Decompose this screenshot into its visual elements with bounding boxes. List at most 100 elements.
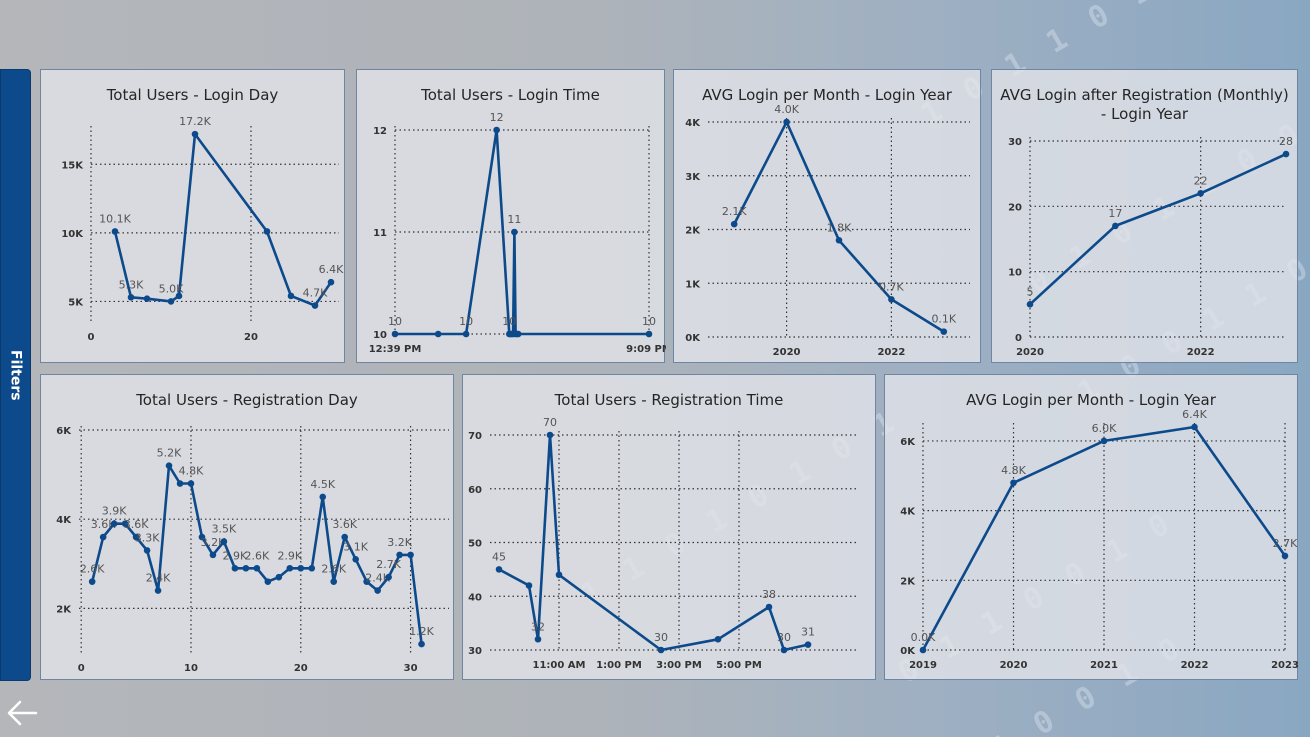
data-point[interactable]: [88, 578, 96, 585]
series-line: [113, 132, 333, 307]
data-point[interactable]: [253, 564, 261, 572]
data-point[interactable]: [940, 328, 948, 335]
data-point[interactable]: [175, 292, 183, 300]
filters-pane-toggle[interactable]: Filters: [0, 69, 31, 681]
chart-card-login-day[interactable]: Total Users - Login Day 5K 10K 15K 0 20 10.1K…: [40, 69, 345, 363]
data-point[interactable]: [264, 578, 272, 585]
data-point[interactable]: [730, 220, 738, 228]
data-point[interactable]: [187, 480, 195, 487]
data-point[interactable]: [804, 641, 812, 648]
arrow-left-icon[interactable]: [4, 695, 40, 731]
data-point[interactable]: [263, 228, 271, 235]
data-point[interactable]: [919, 646, 927, 654]
data-point[interactable]: [1112, 222, 1119, 230]
line-chart-login-day: 5K10K15K0 2010.1K5.3K 5.0K17.2K4.7K6.4K: [61, 115, 344, 343]
data-point[interactable]: [308, 564, 316, 572]
data-point[interactable]: [110, 520, 118, 527]
x-tick-label: 5:00 PM: [716, 660, 762, 671]
data-point[interactable]: [1197, 189, 1204, 197]
data-point[interactable]: [231, 564, 239, 572]
data-point[interactable]: [330, 578, 338, 585]
chart-card-registration-time[interactable]: Total Users - Registration Time 30 40 50 60…: [462, 374, 876, 680]
data-point[interactable]: [374, 587, 381, 594]
data-point[interactable]: [495, 566, 503, 573]
data-point[interactable]: [462, 330, 470, 338]
x-tick-label: 2020: [1016, 347, 1044, 358]
y-tick-label: 4K: [900, 507, 916, 518]
data-label: 3.6K: [332, 518, 357, 531]
data-point[interactable]: [1282, 150, 1290, 158]
data-point[interactable]: [209, 551, 217, 559]
data-point[interactable]: [525, 582, 533, 589]
data-point[interactable]: [714, 635, 722, 643]
data-point[interactable]: [242, 564, 250, 572]
data-point[interactable]: [555, 571, 563, 579]
data-point[interactable]: [645, 330, 653, 338]
data-point[interactable]: [352, 556, 359, 563]
data-point[interactable]: [311, 302, 319, 309]
data-point[interactable]: [391, 330, 399, 338]
data-point[interactable]: [286, 564, 294, 572]
data-point[interactable]: [765, 603, 773, 611]
data-point[interactable]: [143, 547, 151, 554]
data-point[interactable]: [287, 292, 295, 300]
data-point[interactable]: [143, 295, 151, 302]
series-line: [1029, 152, 1287, 306]
data-point[interactable]: [493, 126, 500, 134]
data-point[interactable]: [385, 573, 392, 581]
data-point[interactable]: [783, 118, 790, 126]
data-point[interactable]: [511, 228, 518, 236]
data-point[interactable]: [418, 640, 425, 648]
data-point[interactable]: [220, 538, 228, 545]
x-tick-label: 0: [78, 663, 85, 674]
data-label: 0.1K: [931, 313, 956, 326]
y-tick-label: 60: [468, 485, 482, 496]
data-point[interactable]: [127, 294, 135, 301]
chart-card-avg-login-month-2[interactable]: AVG Login per Month - Login Year 0K 2K 4K 6…: [884, 374, 1299, 680]
data-label: 6.4K: [1182, 408, 1207, 421]
data-point[interactable]: [888, 296, 895, 303]
y-tick-label: 10: [373, 330, 387, 341]
data-point[interactable]: [1281, 552, 1289, 560]
y-tick-label: 2K: [685, 226, 701, 237]
data-point[interactable]: [1100, 437, 1108, 445]
chart-card-avg-login-registration[interactable]: AVG Login after Registration (Monthly) -…: [991, 69, 1298, 363]
data-point[interactable]: [165, 462, 173, 469]
data-point[interactable]: [780, 646, 788, 654]
data-label: 31: [801, 626, 815, 639]
data-point[interactable]: [275, 573, 283, 581]
data-point[interactable]: [297, 564, 305, 572]
data-point[interactable]: [407, 551, 414, 559]
y-tick-label: 10K: [61, 229, 84, 240]
data-label: 45: [492, 550, 506, 563]
data-label: 12: [490, 111, 504, 124]
data-label: 4.8K: [1001, 464, 1026, 477]
data-point[interactable]: [835, 236, 843, 244]
data-label: 0.7K: [879, 280, 904, 293]
data-point[interactable]: [434, 330, 442, 338]
data-point[interactable]: [176, 480, 184, 487]
data-point[interactable]: [154, 587, 162, 594]
data-label: 10.1K: [99, 212, 131, 225]
data-point[interactable]: [111, 228, 119, 235]
data-label: 5.2K: [157, 447, 182, 460]
data-point[interactable]: [534, 635, 542, 643]
data-point[interactable]: [327, 278, 335, 286]
x-tick-label: 12:39 PM: [369, 344, 422, 355]
data-point[interactable]: [514, 330, 522, 338]
data-point[interactable]: [319, 493, 327, 501]
data-point[interactable]: [191, 130, 199, 138]
data-point[interactable]: [167, 298, 175, 305]
data-point[interactable]: [657, 646, 665, 654]
chart-card-login-time[interactable]: Total Users - Login Time 10 11 12 12:39 PM 9…: [356, 69, 666, 363]
data-point[interactable]: [396, 551, 403, 559]
data-label: 3.6K: [124, 518, 149, 531]
data-point[interactable]: [1026, 301, 1034, 308]
y-tick-label: 0K: [685, 333, 701, 344]
data-point[interactable]: [1010, 479, 1017, 487]
chart-card-avg-login-month-1[interactable]: AVG Login per Month - Login Year 0K 1K 2K 3…: [673, 69, 981, 363]
data-point[interactable]: [546, 431, 554, 439]
data-point[interactable]: [1191, 423, 1198, 431]
chart-card-registration-day[interactable]: Total Users - Registration Day 2K 4K 6K 0 10…: [40, 374, 454, 680]
data-point[interactable]: [99, 533, 107, 541]
